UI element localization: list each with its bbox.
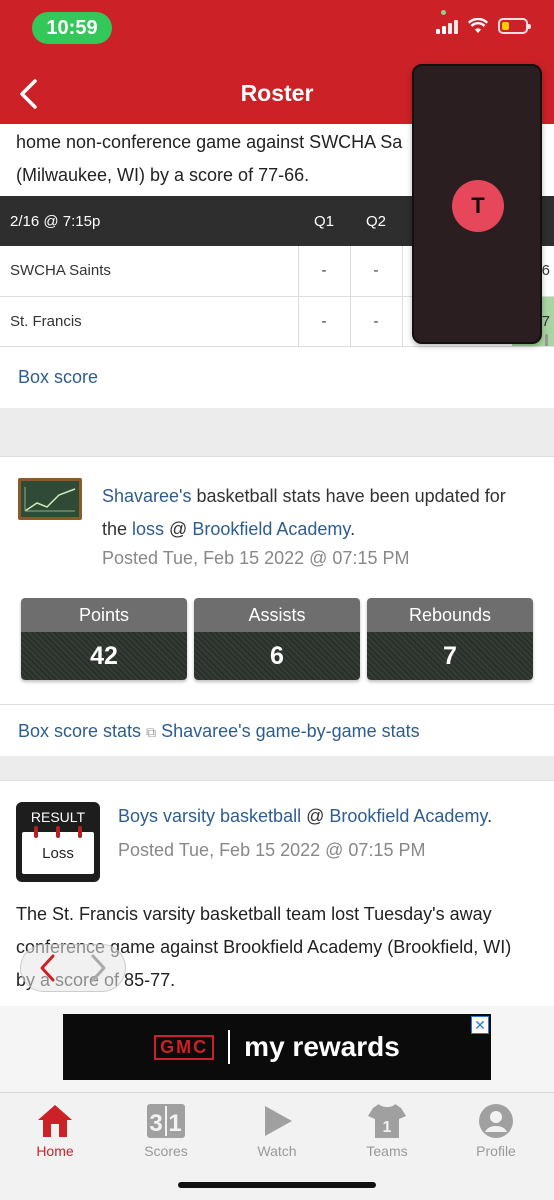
app-screen: 10:59 Roster home non-conference game ag… xyxy=(0,0,554,1200)
video-call-overlay[interactable]: T xyxy=(412,64,542,344)
tab-profile[interactable]: Profile xyxy=(456,1101,536,1159)
box-score-stats-link[interactable]: Box score stats xyxy=(18,721,141,741)
team-link[interactable]: SWCHA Saints xyxy=(0,246,298,296)
posted-timestamp: Posted Tue, Feb 15 2022 @ 07:15 PM xyxy=(102,548,410,568)
link-separator-icon: ⧉ xyxy=(146,724,157,740)
score-cell: - xyxy=(297,296,350,346)
story-text-line: The St. Francis varsity basketball team … xyxy=(16,904,492,924)
privacy-dot-icon xyxy=(441,10,446,15)
game-result-link[interactable]: loss xyxy=(132,519,164,539)
tab-watch[interactable]: Watch xyxy=(237,1101,317,1159)
stat-value: 7 xyxy=(367,632,533,680)
cellular-signal-icon xyxy=(436,18,458,34)
team-link[interactable]: St. Francis xyxy=(0,296,298,346)
svg-text:1: 1 xyxy=(383,1119,392,1136)
chevron-left-icon[interactable] xyxy=(38,953,56,983)
stat-label: Assists xyxy=(194,598,360,632)
score-cell: - xyxy=(349,246,402,296)
jersey-icon: 1 xyxy=(368,1104,406,1138)
svg-text:3: 3 xyxy=(149,1110,162,1137)
col-q2: Q2 xyxy=(365,212,386,230)
status-time: 10:59 xyxy=(32,12,112,44)
score-cell: - xyxy=(297,246,350,296)
score-cell: - xyxy=(349,296,402,346)
posted-timestamp: Posted Tue, Feb 15 2022 @ 07:15 PM xyxy=(118,840,426,860)
avatar: T xyxy=(452,180,504,232)
home-indicator[interactable] xyxy=(178,1182,376,1188)
game-by-game-stats-link[interactable]: Shavaree's game-by-game stats xyxy=(161,721,420,741)
stat-value: 42 xyxy=(21,632,187,680)
home-icon xyxy=(38,1105,72,1137)
tab-scores[interactable]: 3 1 Scores xyxy=(126,1101,206,1159)
opponent-link[interactable]: Brookfield Academy xyxy=(329,806,487,826)
wifi-icon xyxy=(468,18,488,33)
stat-label: Points xyxy=(21,598,187,632)
profile-icon xyxy=(479,1104,513,1138)
battery-icon xyxy=(498,18,531,34)
col-q1: Q1 xyxy=(313,212,334,230)
chevron-right-icon[interactable] xyxy=(90,953,108,983)
stat-assists: Assists 6 xyxy=(194,598,360,680)
game-datetime: 2/16 @ 7:15p xyxy=(10,212,101,230)
ad-brand-logo: GMC xyxy=(154,1034,215,1060)
tab-home[interactable]: Home xyxy=(15,1101,95,1159)
chalkboard-icon xyxy=(18,478,82,520)
result-post-title: Boys varsity basketball @ Brookfield Aca… xyxy=(118,806,493,826)
stats-links-row: Box score stats ⧉ Shavaree's game-by-gam… xyxy=(0,704,554,756)
play-icon xyxy=(265,1106,292,1136)
tab-teams[interactable]: 1 Teams xyxy=(347,1101,427,1159)
box-score-row: Box score xyxy=(0,346,554,408)
status-icons xyxy=(436,18,531,34)
player-link[interactable]: Shavaree's xyxy=(102,486,192,506)
team-link[interactable]: Boys varsity basketball xyxy=(118,806,301,826)
stat-value: 6 xyxy=(194,632,360,680)
stat-rebounds: Rebounds 7 xyxy=(367,598,533,680)
svg-text:1: 1 xyxy=(168,1110,181,1137)
stat-label: Rebounds xyxy=(367,598,533,632)
stat-points: Points 42 xyxy=(21,598,187,680)
result-calendar-icon: RESULT Loss xyxy=(16,802,100,882)
opponent-link[interactable]: Brookfield Academy xyxy=(192,519,350,539)
ad-text: my rewards xyxy=(244,1031,400,1062)
result-icon-value: Loss xyxy=(22,832,94,874)
swipe-control[interactable] xyxy=(20,944,126,992)
box-score-link[interactable]: Box score xyxy=(18,367,98,388)
ad-banner[interactable]: GMC my rewards ✕ xyxy=(63,1014,491,1080)
scoreboard-icon: 3 1 xyxy=(147,1104,185,1138)
close-icon[interactable]: ✕ xyxy=(471,1016,489,1034)
stats-update-text: Shavaree's basketball stats have been up… xyxy=(102,486,506,539)
